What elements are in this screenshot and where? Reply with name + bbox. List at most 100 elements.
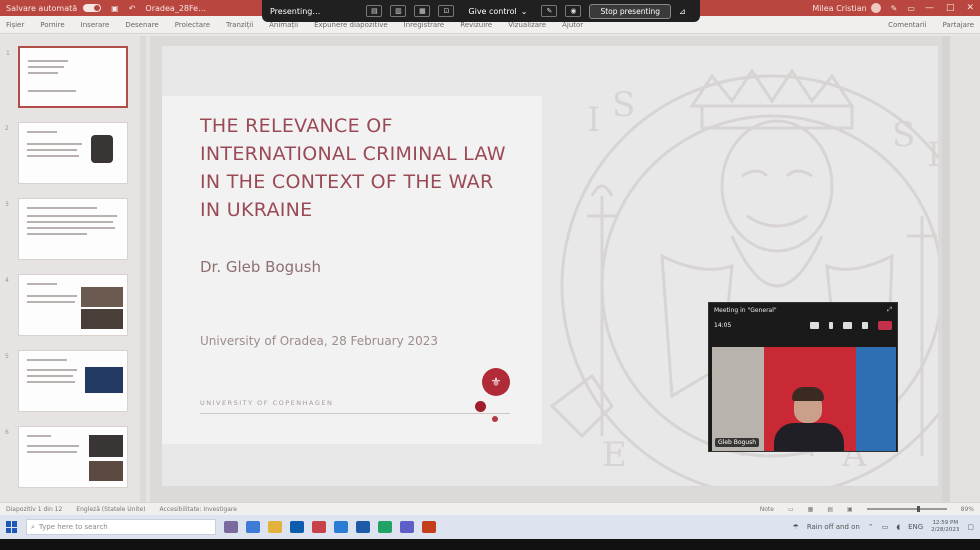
autosave-toggle[interactable]: [83, 4, 102, 12]
edge-icon[interactable]: [246, 521, 260, 533]
task-view-icon[interactable]: [224, 521, 238, 533]
user-profile[interactable]: Milea Cristian: [812, 3, 881, 13]
avatar[interactable]: [870, 3, 881, 13]
slide-thumbnails-pane: 1 2 3 4 5 6: [0, 36, 150, 502]
tray-chevron-icon[interactable]: ⌃: [868, 523, 874, 531]
microphone-icon[interactable]: [829, 321, 833, 329]
slide-thumbnail[interactable]: 6: [5, 426, 128, 488]
taskbar-search-input[interactable]: ⌕ Type here to search: [26, 519, 216, 535]
clock-date: 2/28/2023: [931, 527, 960, 533]
divider: [200, 413, 510, 414]
screen-share-icon[interactable]: ▦: [414, 5, 431, 17]
pin-toolbar-icon[interactable]: ⊿: [679, 7, 686, 16]
language-indicator[interactable]: Engleză (Statele Unite): [76, 506, 145, 513]
editor-scrollbar[interactable]: [942, 36, 950, 502]
give-control-label: Give control: [468, 6, 517, 16]
expand-icon[interactable]: ⤢: [887, 306, 892, 314]
search-placeholder: Type here to search: [38, 523, 108, 531]
svg-text:I: I: [587, 100, 600, 140]
notes-button[interactable]: Note: [760, 506, 774, 513]
weather-text[interactable]: Rain off and on: [807, 523, 860, 531]
thumbnails-scrollbar[interactable]: [140, 36, 146, 502]
university-logo-icon: ⚜: [482, 368, 510, 396]
notifications-icon[interactable]: ▢: [967, 523, 974, 531]
undo-icon[interactable]: ↶: [129, 4, 136, 13]
volume-icon[interactable]: ◖: [896, 523, 900, 531]
window-share-icon[interactable]: ▥: [390, 5, 407, 17]
slide-thumbnail[interactable]: 5: [5, 350, 128, 412]
include-audio-icon[interactable]: ▤: [366, 5, 383, 17]
decorative-dot: [475, 401, 486, 412]
accessibility-status[interactable]: Accesibilitate: Investigare: [160, 506, 237, 513]
ribbon-display-icon[interactable]: ▭: [907, 4, 915, 13]
pin-icon[interactable]: ⊡: [438, 5, 455, 17]
presenting-label: Presenting…: [270, 6, 321, 16]
tab-transitions[interactable]: Tranziții: [226, 21, 253, 29]
input-language[interactable]: ENG: [908, 523, 923, 531]
person-figure: [774, 423, 844, 451]
close-icon[interactable]: ✕: [966, 3, 974, 13]
tab-design[interactable]: Proiectare: [175, 21, 210, 29]
laser-pointer-icon[interactable]: ◉: [565, 5, 582, 17]
app-icon[interactable]: [312, 521, 326, 533]
teams-icon[interactable]: [400, 521, 414, 533]
participant-name: Gleb Bogush: [715, 438, 760, 447]
clock-time: 12:59 PM: [932, 520, 959, 526]
window-controls: — □ ✕: [925, 3, 974, 13]
screen: Salvare automată ▣ ↶ Oradea_28Fe… Milea …: [0, 0, 980, 550]
tab-draw[interactable]: Desenare: [125, 21, 158, 29]
maximize-icon[interactable]: □: [946, 3, 955, 13]
powerpoint-icon[interactable]: [422, 521, 436, 533]
windows-start-icon[interactable]: [6, 521, 18, 533]
share-button[interactable]: Partajare: [943, 21, 974, 29]
system-tray: ☂ Rain off and on ⌃ ▭ ◖ ENG 12:59 PM 2/2…: [793, 520, 974, 534]
zoom-slider[interactable]: [866, 506, 947, 512]
excel-icon[interactable]: [378, 521, 392, 533]
meeting-controls: 14:05: [709, 317, 897, 333]
chevron-down-icon: ⌄: [520, 6, 528, 16]
minimize-icon[interactable]: —: [925, 3, 934, 13]
word-icon[interactable]: [356, 521, 370, 533]
status-bar: Diapozitiv 1 din 12 Engleză (Statele Uni…: [0, 502, 980, 515]
file-explorer-icon[interactable]: [268, 521, 282, 533]
windows-taskbar: ⌕ Type here to search ☂ Rain off and on …: [0, 515, 980, 539]
network-icon[interactable]: ▭: [882, 523, 889, 531]
pen-icon[interactable]: ✎: [891, 4, 898, 13]
share-screen-icon[interactable]: [843, 321, 852, 329]
sorter-view-icon[interactable]: ▦: [808, 506, 814, 513]
stop-presenting-button[interactable]: Stop presenting: [589, 3, 671, 19]
user-name: Milea Cristian: [812, 3, 867, 13]
zoom-level[interactable]: 89%: [961, 506, 974, 513]
file-name: Oradea_28Fe…: [145, 3, 207, 13]
meeting-mini-window[interactable]: Meeting in "General" ⤢ 14:05 Gleb Bogush: [708, 302, 898, 452]
slide-presenter[interactable]: Dr. Gleb Bogush: [200, 258, 321, 276]
normal-view-icon[interactable]: ▭: [788, 506, 794, 513]
comments-button[interactable]: Comentarii: [888, 21, 927, 29]
slide-thumbnail[interactable]: 3: [5, 198, 128, 260]
camera-icon[interactable]: [810, 321, 819, 329]
slide-thumbnail[interactable]: 2: [5, 122, 128, 184]
right-panel-strip: [950, 36, 980, 502]
presenter-toolbar: Presenting… ▤ ▥ ▦ ⊡ Give control ⌄ ✎ ◉ S…: [262, 0, 700, 22]
slideshow-view-icon[interactable]: ▣: [847, 506, 853, 513]
slide-venue-date[interactable]: University of Oradea, 28 February 2023: [200, 334, 438, 348]
tab-file[interactable]: Fișier: [6, 21, 24, 29]
autosave-group[interactable]: Salvare automată: [6, 4, 102, 13]
slide-thumbnail[interactable]: 4: [5, 274, 128, 336]
slide-thumbnail[interactable]: 1: [6, 46, 128, 108]
university-name: UNIVERSITY OF COPENHAGEN: [200, 399, 334, 407]
slide-title[interactable]: THE RELEVANCE OF INTERNATIONAL CRIMINAL …: [200, 112, 520, 224]
clock[interactable]: 12:59 PM 2/28/2023: [931, 520, 959, 534]
more-options-icon[interactable]: [862, 321, 868, 329]
give-control-button[interactable]: Give control ⌄: [462, 7, 533, 16]
leave-call-button[interactable]: [878, 320, 892, 330]
store-icon[interactable]: [290, 521, 304, 533]
tab-home[interactable]: Pornire: [40, 21, 64, 29]
outlook-icon[interactable]: [334, 521, 348, 533]
slide-counter: Diapozitiv 1 din 12: [6, 505, 63, 513]
reading-view-icon[interactable]: ▤: [827, 506, 833, 513]
save-icon[interactable]: ▣: [111, 4, 119, 13]
weather-icon[interactable]: ☂: [793, 523, 799, 531]
annotate-icon[interactable]: ✎: [541, 5, 558, 17]
tab-insert[interactable]: Inserare: [81, 21, 110, 29]
